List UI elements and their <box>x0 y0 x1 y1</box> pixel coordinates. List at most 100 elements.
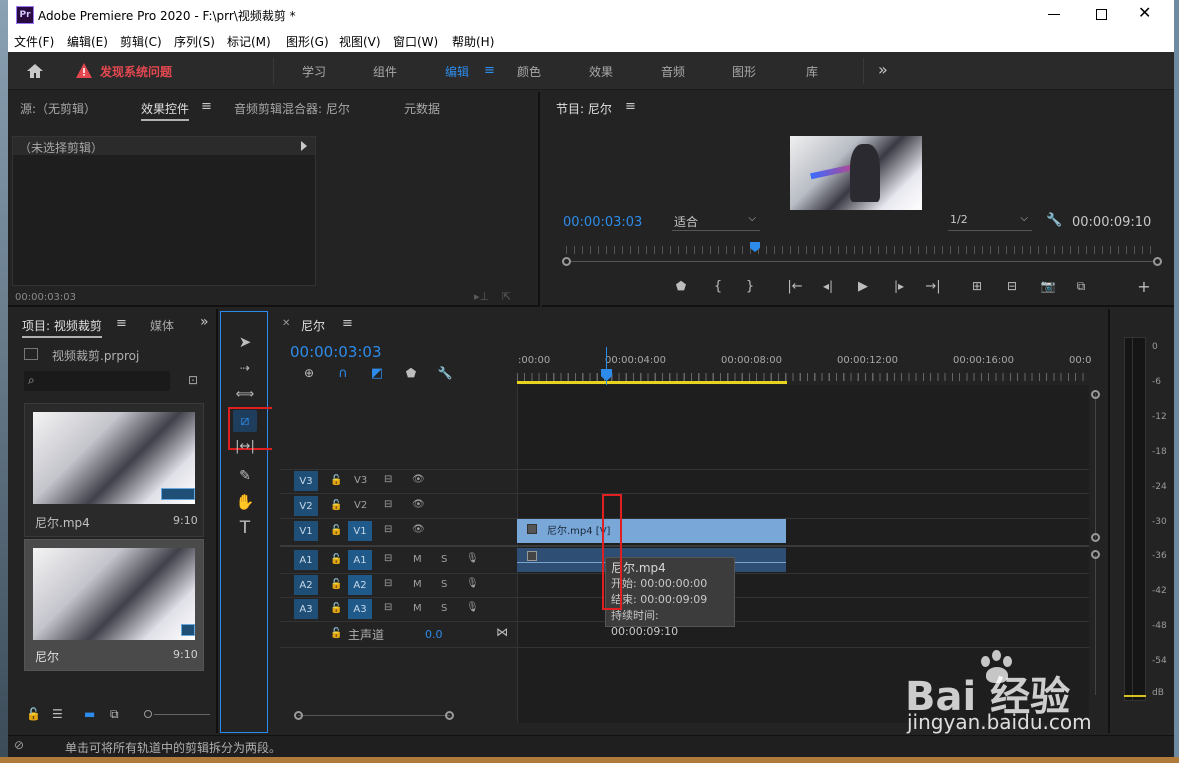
menu-clip[interactable]: 剪辑(C) <box>120 33 162 50</box>
voiceover-mic-icon[interactable]: 🎙 <box>466 553 479 564</box>
tab-project[interactable]: 项目: 视频裁剪 <box>22 317 102 338</box>
ws-tab-effects[interactable]: 效果 <box>589 63 613 80</box>
selection-tool-icon[interactable]: ➤ <box>235 332 255 352</box>
slip-tool-icon[interactable]: |↔| <box>235 436 255 456</box>
new-bin-icon[interactable]: ⊡ <box>188 373 198 387</box>
mute-button[interactable]: M <box>413 554 422 565</box>
ws-tab-editing[interactable]: 编辑 <box>445 63 469 80</box>
project-search-input[interactable]: ⌕ <box>24 371 170 391</box>
tab-metadata[interactable]: 元数据 <box>404 100 440 117</box>
panel-menu-icon[interactable]: ≡ <box>116 316 127 331</box>
track-lock-icon[interactable]: 🔓 <box>330 554 342 565</box>
sync-lock-icon[interactable]: ⊟ <box>384 499 392 510</box>
program-timecode[interactable]: 00:00:03:03 <box>563 215 642 230</box>
lock-icon[interactable]: 🔓 <box>26 707 41 721</box>
close-tab-icon[interactable]: ✕ <box>282 318 290 329</box>
panel-menu-icon[interactable]: ≡ <box>201 99 212 114</box>
work-area-bar[interactable] <box>517 381 787 384</box>
ripple-edit-tool-icon[interactable]: ⟺ <box>235 384 255 404</box>
scroll-handle[interactable] <box>1091 533 1100 542</box>
source-patch-v1[interactable]: V1 <box>348 521 372 541</box>
project-item[interactable]: 尼尔.mp4 9:10 <box>24 403 204 537</box>
menu-marker[interactable]: 标记(M) <box>227 33 271 50</box>
project-item-selected[interactable]: 尼尔 9:10 <box>24 539 204 671</box>
voiceover-mic-icon[interactable]: 🎙 <box>466 578 479 589</box>
track-lock-icon[interactable]: 🔓 <box>330 475 342 486</box>
pen-tool-icon[interactable]: ✎ <box>235 466 255 486</box>
zoom-slider-handle[interactable] <box>144 710 152 718</box>
menu-edit[interactable]: 编辑(E) <box>67 33 108 50</box>
mark-in-icon[interactable]: { <box>710 278 726 294</box>
timeline-sequence-tab[interactable]: 尼尔 <box>301 317 325 334</box>
video-scrollbar[interactable] <box>1095 393 1096 539</box>
compare-view-icon[interactable]: ⧉ <box>1072 278 1090 294</box>
fit-dropdown[interactable]: 适合 ⌵ <box>672 213 760 231</box>
add-button-icon[interactable]: + <box>1136 277 1152 296</box>
panel-menu-icon[interactable]: ≡ <box>625 99 636 114</box>
list-view-icon[interactable]: ☰ <box>52 707 63 721</box>
track-lock-icon[interactable]: 🔓 <box>330 628 342 639</box>
go-to-end-icon[interactable]: ⋈ <box>496 625 508 639</box>
ws-tab-assembly[interactable]: 组件 <box>373 63 397 80</box>
track-lock-icon[interactable]: 🔓 <box>330 579 342 590</box>
master-volume-value[interactable]: 0.0 <box>425 628 443 641</box>
add-marker-icon[interactable]: ⬟ <box>673 278 689 294</box>
lift-icon[interactable]: ⊞ <box>968 278 986 294</box>
solo-button[interactable]: S <box>441 603 447 614</box>
ws-tab-graphics[interactable]: 图形 <box>732 63 756 80</box>
ws-tab-libraries[interactable]: 库 <box>806 63 818 80</box>
tab-media[interactable]: 媒体 <box>150 317 174 334</box>
track-target-v1[interactable]: V1 <box>294 521 318 541</box>
program-time-ruler[interactable] <box>566 246 1158 254</box>
mark-out-icon[interactable]: } <box>742 278 758 294</box>
step-forward-icon[interactable]: |▸ <box>891 278 907 294</box>
go-to-out-icon[interactable]: →| <box>924 278 942 294</box>
mute-button[interactable]: M <box>413 579 422 590</box>
scroll-handle[interactable] <box>1091 550 1100 559</box>
program-zoom-bar[interactable] <box>566 261 1158 262</box>
camera-icon[interactable]: 📷 <box>1039 278 1057 294</box>
menu-graphics[interactable]: 图形(G) <box>286 33 329 50</box>
video-clip[interactable]: 尼尔.mp4 [V] <box>517 519 786 543</box>
ws-tab-learn[interactable]: 学习 <box>302 63 326 80</box>
track-select-tool-icon[interactable]: ⇢ <box>235 358 255 378</box>
eye-icon[interactable]: 👁 <box>412 524 425 535</box>
play-button-icon[interactable]: ▶ <box>855 278 871 294</box>
eye-icon[interactable]: 👁 <box>412 474 425 485</box>
minimize-icon[interactable] <box>1048 14 1060 15</box>
menu-help[interactable]: 帮助(H) <box>452 33 494 50</box>
zoom-handle-right[interactable] <box>445 711 454 720</box>
zoom-handle-left[interactable] <box>294 711 303 720</box>
nest-icon[interactable]: ⊕ <box>300 365 318 381</box>
track-target-a2[interactable]: A2 <box>294 575 318 595</box>
sync-lock-icon[interactable]: ⊟ <box>384 578 392 589</box>
extract-icon[interactable]: ⊟ <box>1003 278 1021 294</box>
tab-audio-clip-mixer[interactable]: 音频剪辑混合器: 尼尔 <box>234 100 350 117</box>
mute-button[interactable]: M <box>413 603 422 614</box>
close-icon[interactable]: ✕ <box>1138 5 1151 21</box>
sync-lock-icon[interactable]: ⊟ <box>384 474 392 485</box>
resolution-dropdown[interactable]: 1/2 ⌵ <box>948 213 1032 231</box>
add-marker-icon[interactable]: ⬟ <box>402 365 420 381</box>
snap-icon[interactable]: ∩ <box>334 365 352 381</box>
track-target-v3[interactable]: V3 <box>294 471 318 491</box>
menu-view[interactable]: 视图(V) <box>339 33 381 50</box>
icon-view-icon[interactable]: ▬ <box>84 707 95 721</box>
step-back-icon[interactable]: ◂| <box>820 278 836 294</box>
source-patch-a2[interactable]: A2 <box>348 575 372 595</box>
type-tool-icon[interactable]: T <box>235 518 255 538</box>
ws-tab-color[interactable]: 颜色 <box>517 63 541 80</box>
hand-tool-icon[interactable]: ✋ <box>235 492 255 512</box>
track-target-v2[interactable]: V2 <box>294 496 318 516</box>
system-issue-link[interactable]: 发现系统问题 <box>100 63 172 80</box>
maximize-icon[interactable] <box>1096 9 1107 20</box>
sync-lock-icon[interactable]: ⊟ <box>384 602 392 613</box>
ws-tab-menu-icon[interactable]: ≡ <box>484 63 495 78</box>
export-icon[interactable]: ⇱ <box>502 290 511 303</box>
timeline-timecode[interactable]: 00:00:03:03 <box>290 343 382 361</box>
eye-icon[interactable]: 👁 <box>412 499 425 510</box>
timeline-settings-icon[interactable]: 🔧 <box>436 365 454 381</box>
scroll-handle[interactable] <box>1091 390 1100 399</box>
zoom-handle-left[interactable] <box>562 257 571 266</box>
source-patch-a1[interactable]: A1 <box>348 550 372 570</box>
